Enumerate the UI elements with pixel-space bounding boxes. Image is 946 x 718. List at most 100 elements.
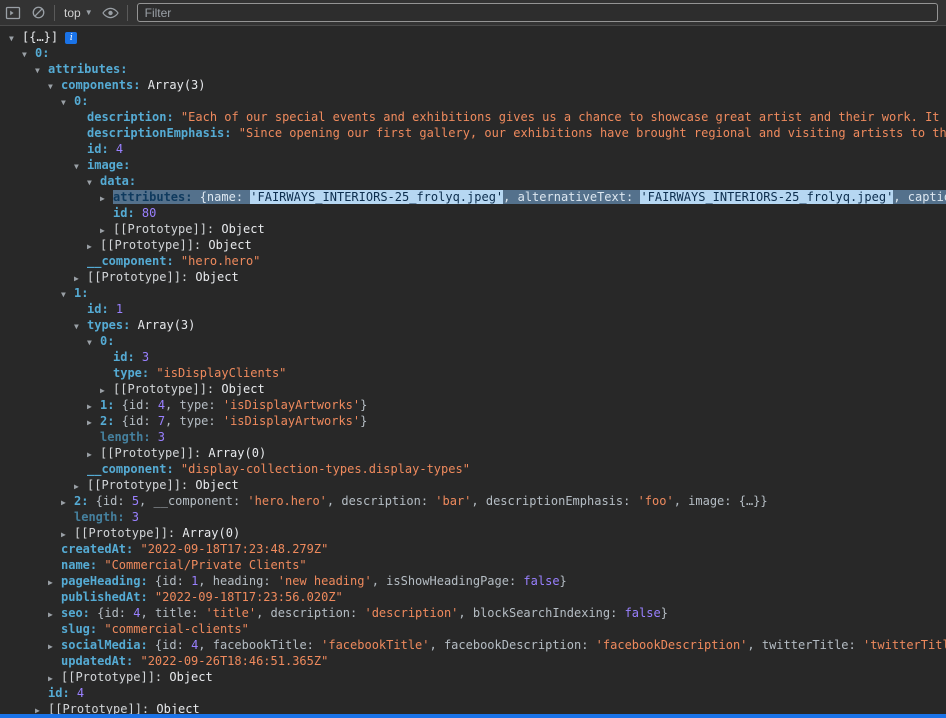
row-content: type: "isDisplayClients"	[113, 366, 286, 380]
tree-row[interactable]: ▼ 0:	[0, 333, 946, 349]
property-key: seo:	[61, 606, 90, 620]
tree-row[interactable]: id: 4	[0, 685, 946, 701]
tree-row[interactable]: ▶ [[Prototype]]: Object	[0, 477, 946, 493]
tree-row[interactable]: id: 1	[0, 301, 946, 317]
toolbar-separator	[54, 4, 55, 21]
number-value: 4	[157, 398, 166, 412]
tree-row[interactable]: ▶ [[Prototype]]: Object	[0, 221, 946, 237]
string-value: 'isDisplayArtworks'	[222, 414, 361, 428]
tree-row[interactable]: description: "Each of our special events…	[0, 109, 946, 125]
tree-row[interactable]: ▶ [[Prototype]]: Object	[0, 269, 946, 285]
tree-row[interactable]: updatedAt: "2022-09-26T18:46:51.365Z"	[0, 653, 946, 669]
collapse-triangle-icon[interactable]: ▼	[87, 335, 100, 351]
preview-text: , description:	[326, 494, 436, 508]
tree-row[interactable]: ▶ seo: {id: 4, title: 'title', descriptio…	[0, 605, 946, 621]
row-content: id: 4	[48, 686, 84, 700]
tree-row[interactable]: ▶ [[Prototype]]: Object	[0, 701, 946, 714]
property-key: attributes:	[113, 190, 193, 204]
preview-text: {name:	[192, 190, 251, 204]
row-content: components: Array(3)	[61, 78, 206, 92]
collapse-triangle-icon[interactable]: ▼	[61, 95, 74, 111]
console-sidebar-icon[interactable]	[4, 4, 22, 22]
prototype-key: [[Prototype]]:	[100, 238, 202, 252]
row-content: [[Prototype]]: Object	[87, 270, 239, 284]
string-value: "hero.hero"	[173, 254, 261, 268]
collapse-triangle-icon[interactable]: ▼	[87, 175, 100, 191]
toolbar-separator	[126, 4, 128, 21]
tree-row[interactable]: ▶ [[Prototype]]: Array(0)	[0, 525, 946, 541]
tree-row[interactable]: ▼ 1:	[0, 285, 946, 301]
collapse-triangle-icon[interactable]: ▼	[35, 63, 48, 79]
tree-row[interactable]: __component: "display-collection-types.d…	[0, 461, 946, 477]
value-text: Object	[214, 222, 265, 236]
tree-row[interactable]: ▶ [[Prototype]]: Array(0)	[0, 445, 946, 461]
tree-row[interactable]: ▶ 1: {id: 4, type: 'isDisplayArtworks'}	[0, 397, 946, 413]
tree-row[interactable]: ▼ types: Array(3)	[0, 317, 946, 333]
collapse-triangle-icon[interactable]: ▼	[22, 47, 35, 63]
collapse-triangle-icon[interactable]: ▼	[48, 79, 61, 95]
value-text: Object	[214, 382, 265, 396]
tree-row[interactable]: id: 3	[0, 349, 946, 365]
tree-row[interactable]: createdAt: "2022-09-18T17:23:48.279Z"	[0, 541, 946, 557]
string-value: 'facebookTitle'	[321, 638, 430, 652]
devtools-console: { "toolbar": { "context_label": "top", "…	[0, 0, 946, 718]
tree-row[interactable]: ▶ [[Prototype]]: Object	[0, 669, 946, 685]
console-toolbar: top ▼	[0, 0, 946, 26]
filter-input[interactable]	[136, 3, 938, 22]
property-key: publishedAt:	[61, 590, 148, 604]
collapse-triangle-icon[interactable]: ▼	[9, 31, 22, 47]
tree-row[interactable]: ▶ [[Prototype]]: Object	[0, 381, 946, 397]
info-icon[interactable]: i	[65, 32, 78, 44]
row-content: publishedAt: "2022-09-18T17:23:56.020Z"	[61, 590, 343, 604]
value-text: Array(3)	[140, 78, 206, 92]
tree-row[interactable]: ▼ data:	[0, 173, 946, 189]
tree-row[interactable]: ▶ 2: {id: 5, __component: 'hero.hero', de…	[0, 493, 946, 509]
preview-text: , alternativeText:	[503, 190, 641, 204]
row-content: 0:	[100, 334, 114, 348]
string-value: 'facebookDescription'	[595, 638, 748, 652]
value-text: Object	[162, 670, 213, 684]
collapse-triangle-icon[interactable]: ▼	[61, 287, 74, 303]
tree-row[interactable]: ▶ pageHeading: {id: 1, heading: 'new head…	[0, 573, 946, 589]
tree-row[interactable]: name: "Commercial/Private Clients"	[0, 557, 946, 573]
string-value: "Commercial/Private Clients"	[97, 558, 307, 572]
tree-row[interactable]: __component: "hero.hero"	[0, 253, 946, 269]
tree-row[interactable]: id: 80	[0, 205, 946, 221]
tree-row[interactable]: length: 3	[0, 509, 946, 525]
live-expression-eye-icon[interactable]	[102, 4, 120, 22]
tree-row[interactable]: publishedAt: "2022-09-18T17:23:56.020Z"	[0, 589, 946, 605]
row-content: name: "Commercial/Private Clients"	[61, 558, 307, 572]
property-key: __component:	[87, 254, 174, 268]
collapse-triangle-icon[interactable]: ▼	[74, 319, 87, 335]
tree-row[interactable]: ▶ attributes: {name: 'FAIRWAYS_INTERIORS-…	[0, 189, 946, 205]
tree-row[interactable]: descriptionEmphasis: "Since opening our …	[0, 125, 946, 141]
tree-row[interactable]: ▼ 0:	[0, 93, 946, 109]
tree-row[interactable]: ▼ 0:	[0, 45, 946, 61]
context-selector[interactable]: top ▼	[62, 6, 95, 20]
number-value: 80	[134, 206, 157, 220]
tree-row[interactable]: ▼ image:	[0, 157, 946, 173]
property-key: pageHeading:	[61, 574, 148, 588]
tree-row[interactable]: ▶ 2: {id: 7, type: 'isDisplayArtworks'}	[0, 413, 946, 429]
tree-row[interactable]: ▶ socialMedia: {id: 4, facebookTitle: 'fa…	[0, 637, 946, 653]
collapse-triangle-icon[interactable]: ▼	[74, 159, 87, 175]
tree-row[interactable]: length: 3	[0, 429, 946, 445]
string-value: "2022-09-26T18:46:51.365Z"	[133, 654, 329, 668]
property-key: 0:	[35, 46, 50, 60]
number-value: 4	[133, 606, 141, 620]
row-content: 0:	[74, 94, 88, 108]
tree-row[interactable]: type: "isDisplayClients"	[0, 365, 946, 381]
tree-row[interactable]: ▼ components: Array(3)	[0, 77, 946, 93]
row-content: [[Prototype]]: Object	[61, 670, 213, 684]
preview-text: , description:	[256, 606, 365, 620]
prototype-key: [[Prototype]]:	[87, 478, 189, 492]
tree-row[interactable]: id: 4	[0, 141, 946, 157]
tree-row[interactable]: slug: "commercial-clients"	[0, 621, 946, 637]
tree-row[interactable]: ▼ [{…}] i	[0, 29, 946, 45]
expand-triangle-icon[interactable]: ▶	[35, 703, 48, 714]
clear-console-icon[interactable]	[29, 4, 47, 22]
prototype-key: [[Prototype]]:	[100, 446, 202, 460]
tree-row[interactable]: ▼ attributes:	[0, 61, 946, 77]
string-value: "Since opening our first gallery, our ex…	[238, 126, 946, 140]
tree-row[interactable]: ▶ [[Prototype]]: Object	[0, 237, 946, 253]
